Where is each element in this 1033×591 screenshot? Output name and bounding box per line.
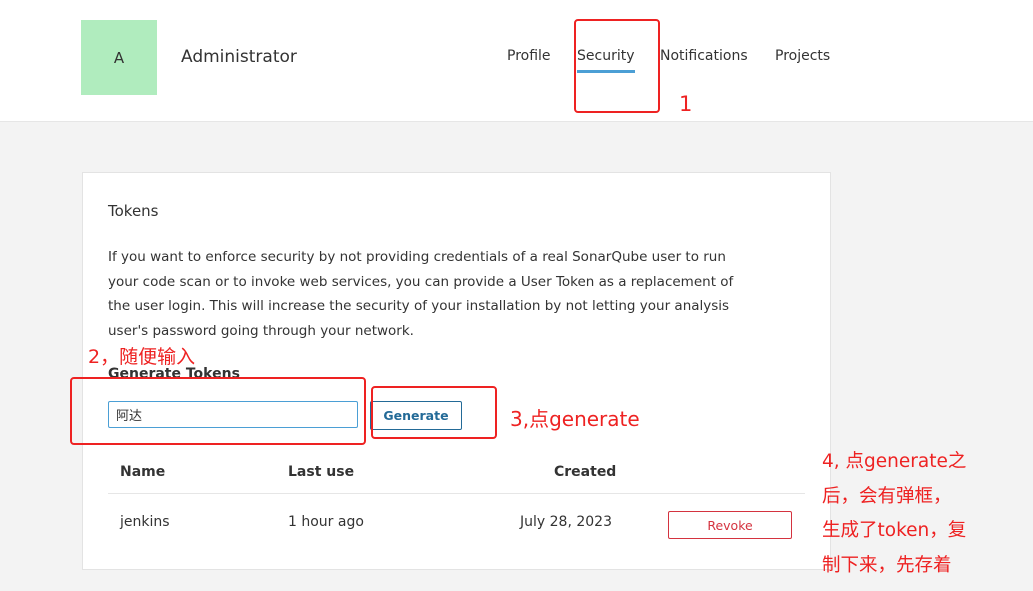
annotation-step3: 3,点generate bbox=[510, 407, 640, 431]
token-name-input[interactable] bbox=[108, 401, 358, 428]
avatar: A bbox=[81, 20, 157, 95]
tab-projects[interactable]: Projects bbox=[775, 48, 830, 64]
description-line: If you want to enforce security by not p… bbox=[108, 249, 726, 265]
account-header: A Administrator Profile Security Notific… bbox=[0, 0, 1033, 122]
user-name: Administrator bbox=[181, 47, 297, 67]
revoke-button[interactable]: Revoke bbox=[668, 511, 792, 539]
column-header-last-use: Last use bbox=[288, 464, 355, 480]
description-line: user's password going through your netwo… bbox=[108, 322, 414, 339]
tokens-title: Tokens bbox=[108, 202, 159, 220]
annotation-step4-line: 生成了token，复 bbox=[822, 520, 967, 541]
description-line: your code scan or to invoke web services… bbox=[108, 273, 734, 290]
token-name: jenkins bbox=[120, 514, 170, 530]
avatar-letter: A bbox=[113, 48, 125, 67]
header-divider bbox=[108, 493, 805, 494]
column-header-name: Name bbox=[120, 464, 166, 480]
generate-button[interactable]: Generate bbox=[370, 401, 462, 430]
token-last-use: 1 hour ago bbox=[288, 514, 364, 530]
description-line: the user login. This will increase the s… bbox=[108, 298, 730, 314]
annotation-step4-line: 制下来，先存着 bbox=[822, 555, 952, 576]
column-header-created: Created bbox=[554, 464, 617, 480]
annotation-step4-line: 后，会有弹框， bbox=[822, 486, 952, 507]
annotation-step4-line: 4, 点generate之 bbox=[822, 451, 967, 472]
tokens-card: Tokens If you want to enforce security b… bbox=[82, 172, 831, 570]
tab-security[interactable]: Security bbox=[577, 48, 635, 73]
annotation-step1: 1 bbox=[679, 92, 693, 116]
annotation-step2: 2，随便输入 bbox=[88, 346, 196, 368]
token-created: July 28, 2023 bbox=[520, 514, 612, 530]
tab-notifications[interactable]: Notifications bbox=[660, 48, 748, 64]
tokens-description: If you want to enforce security by not p… bbox=[108, 245, 778, 343]
tab-profile[interactable]: Profile bbox=[507, 48, 551, 64]
